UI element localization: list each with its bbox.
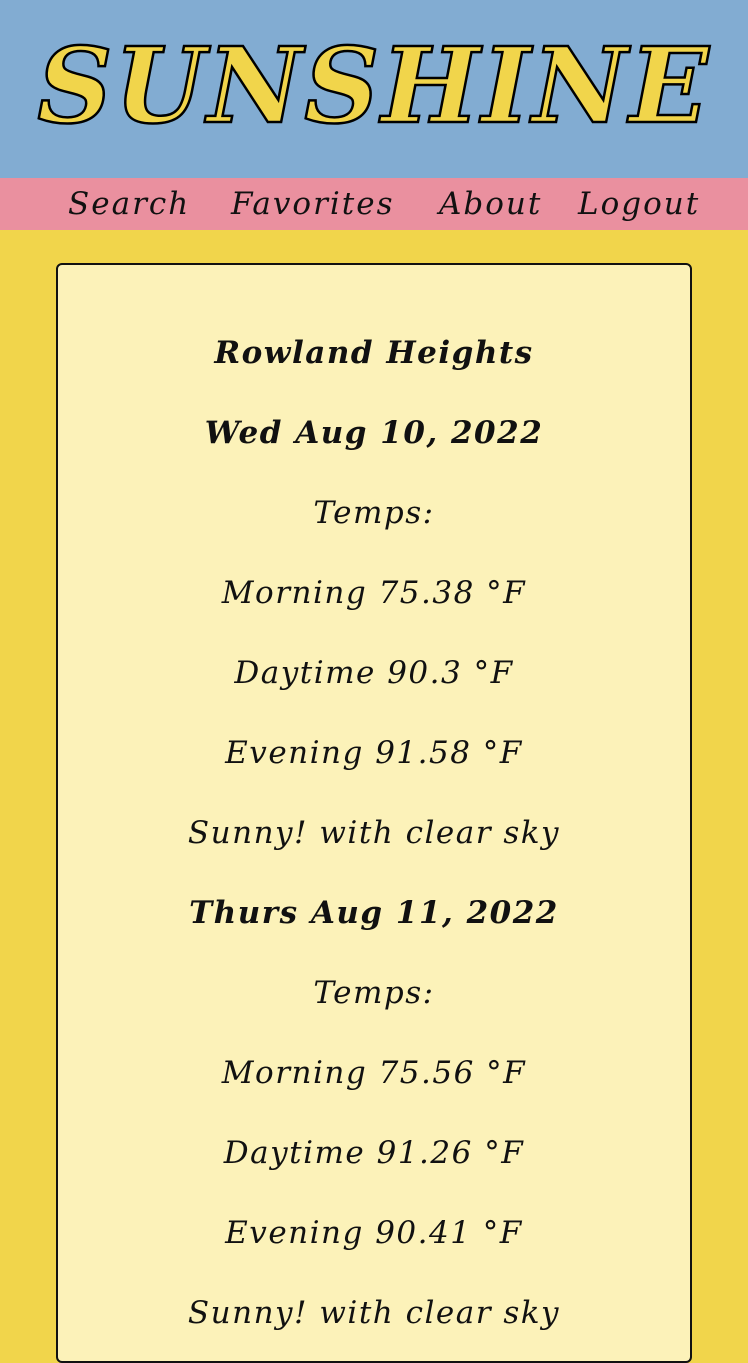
evening-temp: Evening 90.41 °F [225, 1215, 523, 1251]
site-logo[interactable]: SUNSHINE [0, 16, 748, 156]
nav-link-about[interactable]: About [439, 178, 542, 230]
nav-link-search[interactable]: Search [68, 178, 190, 230]
daytime-temp: Daytime 90.3 °F [234, 655, 514, 691]
forecast-date: Thurs Aug 11, 2022 [189, 895, 559, 931]
temps-label: Temps: [313, 975, 435, 1011]
nav-link-logout[interactable]: Logout [578, 178, 700, 230]
weather-condition: Sunny! with clear sky [187, 1295, 561, 1331]
evening-temp: Evening 91.58 °F [225, 735, 523, 771]
forecast-date: Wed Aug 10, 2022 [204, 415, 544, 451]
location-title: Rowland Heights [214, 335, 534, 371]
morning-temp: Morning 75.38 °F [221, 575, 527, 611]
site-header: SUNSHINE [0, 0, 748, 178]
temps-label: Temps: [313, 495, 435, 531]
forecast-card: Rowland Heights Wed Aug 10, 2022 Temps: … [56, 263, 692, 1363]
daytime-temp: Daytime 91.26 °F [223, 1135, 525, 1171]
main-nav: Search Favorites About Logout [0, 178, 748, 230]
weather-condition: Sunny! with clear sky [187, 815, 561, 851]
morning-temp: Morning 75.56 °F [221, 1055, 527, 1091]
nav-link-favorites[interactable]: Favorites [231, 178, 395, 230]
